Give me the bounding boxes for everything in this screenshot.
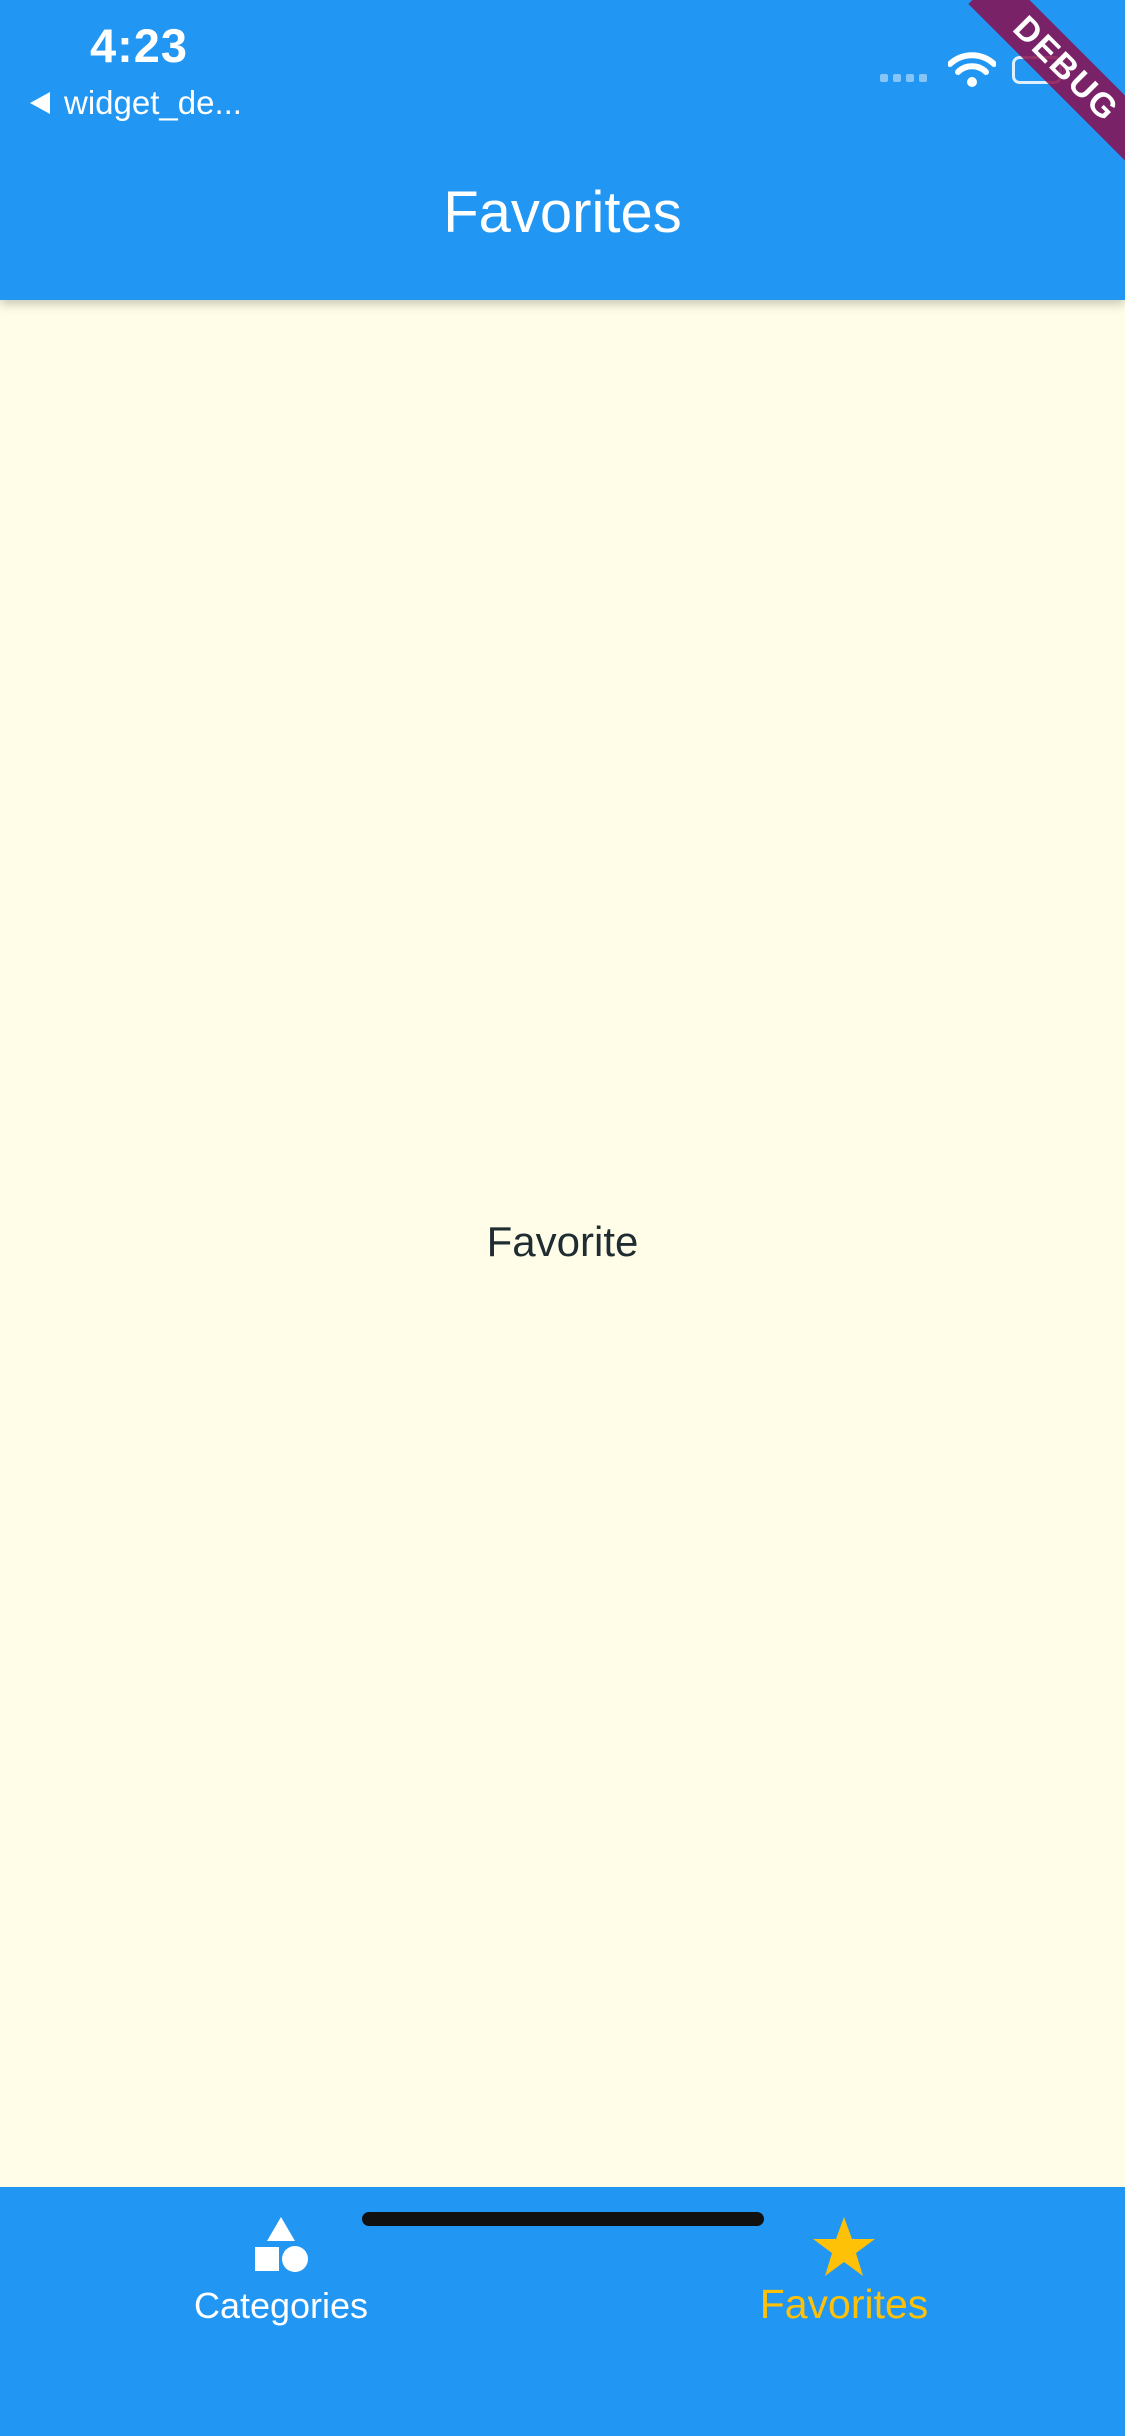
- star-icon: [813, 2217, 875, 2276]
- nav-item-categories[interactable]: Categories: [0, 2187, 562, 2337]
- back-to-app-button[interactable]: widget_de...: [30, 83, 242, 123]
- wifi-icon: [948, 52, 996, 87]
- favorite-text: Favorite: [486, 1218, 639, 1265]
- back-arrow-icon: [30, 92, 50, 114]
- home-indicator[interactable]: [362, 2212, 764, 2226]
- status-time: 4:23: [90, 19, 189, 72]
- nav-label-favorites: Favorites: [759, 2281, 929, 2327]
- app-bar: 4:23 widget_de... Favorites: [0, 0, 1125, 300]
- nav-item-favorites[interactable]: Favorites: [563, 2187, 1125, 2337]
- nav-label-categories: Categories: [193, 2285, 369, 2326]
- main-content: Favorite: [0, 300, 1125, 2187]
- shapes-icon: [255, 2217, 308, 2272]
- page-title: Favorites: [443, 180, 682, 245]
- cellular-signal-icon: [880, 74, 927, 82]
- back-to-app-label: widget_de...: [64, 84, 242, 121]
